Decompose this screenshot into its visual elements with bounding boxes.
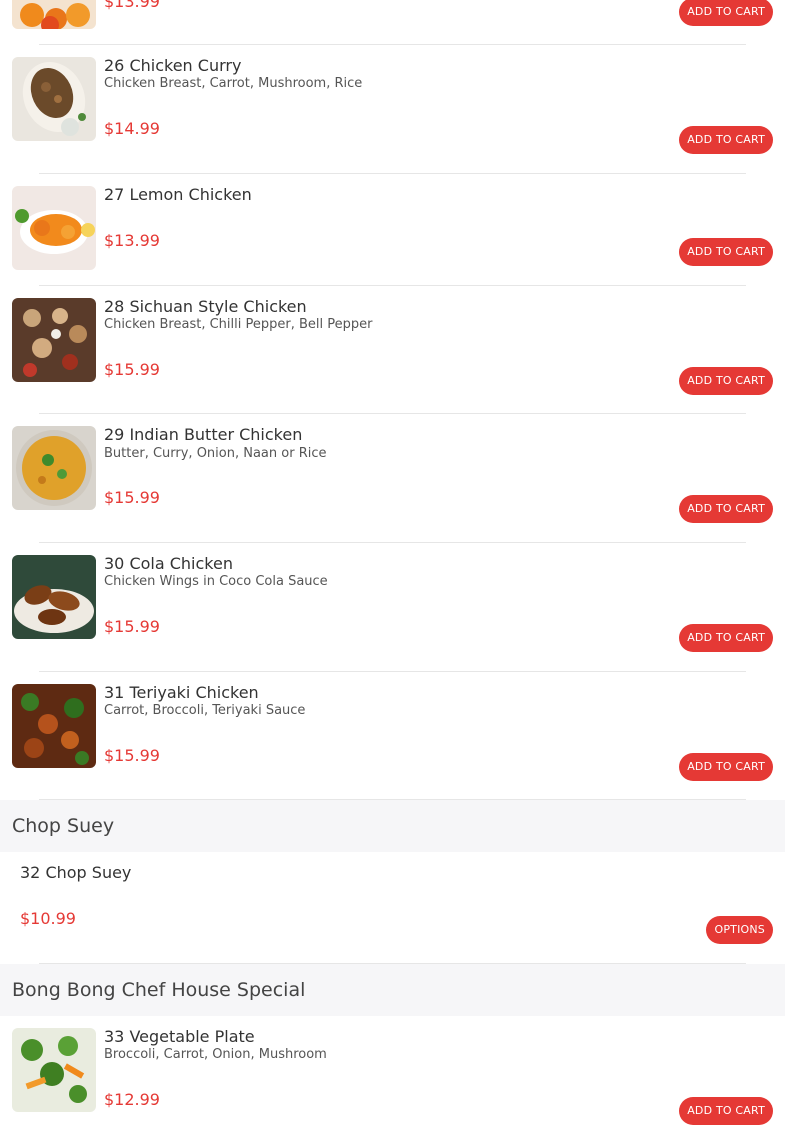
item-name: 26 Chicken Curry <box>104 56 242 75</box>
food-photo <box>12 1028 96 1112</box>
item-description: Carrot, Broccoli, Teriyaki Sauce <box>104 703 306 718</box>
item-description: Chicken Breast, Carrot, Mushroom, Rice <box>104 76 363 91</box>
food-photo <box>12 57 96 141</box>
category-title: Chop Suey <box>12 815 115 837</box>
item-price: $12.99 <box>104 1090 160 1109</box>
divider <box>39 285 746 286</box>
food-photo <box>12 186 96 270</box>
item-name: 32 Chop Suey <box>20 863 132 882</box>
add-to-cart-button[interactable]: ADD TO CART <box>679 367 773 395</box>
add-to-cart-button[interactable]: ADD TO CART <box>679 495 773 523</box>
item-price: $14.99 <box>104 119 160 138</box>
add-to-cart-button[interactable]: ADD TO CART <box>679 238 773 266</box>
item-name: 33 Vegetable Plate <box>104 1027 255 1046</box>
item-name: 28 Sichuan Style Chicken <box>104 297 307 316</box>
item-price: $10.99 <box>20 909 76 928</box>
add-to-cart-button[interactable]: ADD TO CART <box>679 624 773 652</box>
category-header-chop-suey: Chop Suey <box>0 800 785 852</box>
item-name: 31 Teriyaki Chicken <box>104 683 259 702</box>
add-to-cart-button[interactable]: ADD TO CART <box>679 1097 773 1125</box>
item-price: $15.99 <box>104 360 160 379</box>
divider <box>39 173 746 174</box>
options-button[interactable]: OPTIONS <box>706 916 773 944</box>
item-price: $15.99 <box>104 488 160 507</box>
category-header-house-special: Bong Bong Chef House Special <box>0 964 785 1016</box>
item-price: $13.99 <box>104 0 160 11</box>
divider <box>39 44 746 45</box>
item-name: 29 Indian Butter Chicken <box>104 425 303 444</box>
add-to-cart-button[interactable]: ADD TO CART <box>679 126 773 154</box>
add-to-cart-button[interactable]: ADD TO CART <box>679 753 773 781</box>
category-title: Bong Bong Chef House Special <box>12 979 306 1001</box>
food-photo <box>12 684 96 768</box>
food-photo <box>12 0 96 29</box>
food-photo <box>12 555 96 639</box>
item-name: 27 Lemon Chicken <box>104 185 252 204</box>
add-to-cart-button[interactable]: ADD TO CART <box>679 0 773 26</box>
item-price: $13.99 <box>104 231 160 250</box>
food-photo <box>12 298 96 382</box>
item-price: $15.99 <box>104 617 160 636</box>
item-name: 30 Cola Chicken <box>104 554 233 573</box>
food-photo <box>12 426 96 510</box>
divider <box>39 413 746 414</box>
item-price: $15.99 <box>104 746 160 765</box>
item-description: Chicken Wings in Coco Cola Sauce <box>104 574 328 589</box>
item-description: Broccoli, Carrot, Onion, Mushroom <box>104 1047 327 1062</box>
divider <box>39 542 746 543</box>
divider <box>39 671 746 672</box>
item-description: Butter, Curry, Onion, Naan or Rice <box>104 446 327 461</box>
item-description: Chicken Breast, Chilli Pepper, Bell Pepp… <box>104 317 373 332</box>
